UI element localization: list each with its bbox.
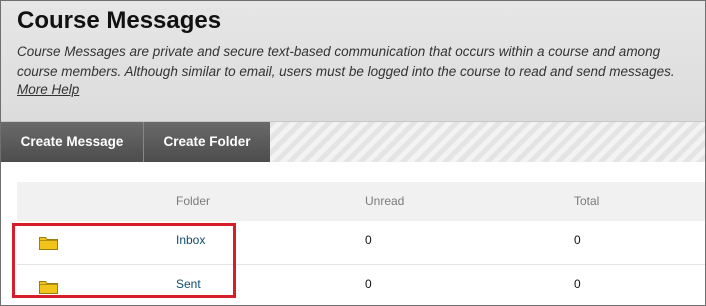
table-row: Sent 0 0: [17, 265, 705, 305]
folder-link-sent[interactable]: Sent: [176, 277, 201, 291]
create-folder-button[interactable]: Create Folder: [144, 122, 270, 162]
folder-icon: [39, 237, 58, 250]
action-bar: Create Message Create Folder: [1, 122, 705, 162]
table-row: Inbox 0 0: [17, 221, 705, 265]
more-help-link[interactable]: More Help: [17, 82, 79, 97]
course-messages-window: Course Messages Course Messages are priv…: [0, 0, 706, 306]
page-header: Course Messages Course Messages are priv…: [1, 1, 705, 122]
column-header-unread[interactable]: Unread: [365, 182, 404, 221]
total-count: 0: [574, 233, 581, 247]
column-header-total[interactable]: Total: [574, 182, 599, 221]
create-message-button[interactable]: Create Message: [1, 122, 144, 162]
table-header: Folder Unread Total: [17, 182, 705, 221]
total-count: 0: [574, 277, 581, 291]
folder-link-inbox[interactable]: Inbox: [176, 233, 205, 247]
page-title: Course Messages: [17, 7, 222, 34]
unread-count: 0: [365, 277, 372, 291]
folder-icon: [39, 281, 58, 294]
unread-count: 0: [365, 233, 372, 247]
column-header-folder[interactable]: Folder: [176, 182, 210, 221]
page-description: Course Messages are private and secure t…: [17, 44, 675, 79]
folders-table: Folder Unread Total Inbox 0 0 Sent 0 0: [17, 182, 705, 305]
